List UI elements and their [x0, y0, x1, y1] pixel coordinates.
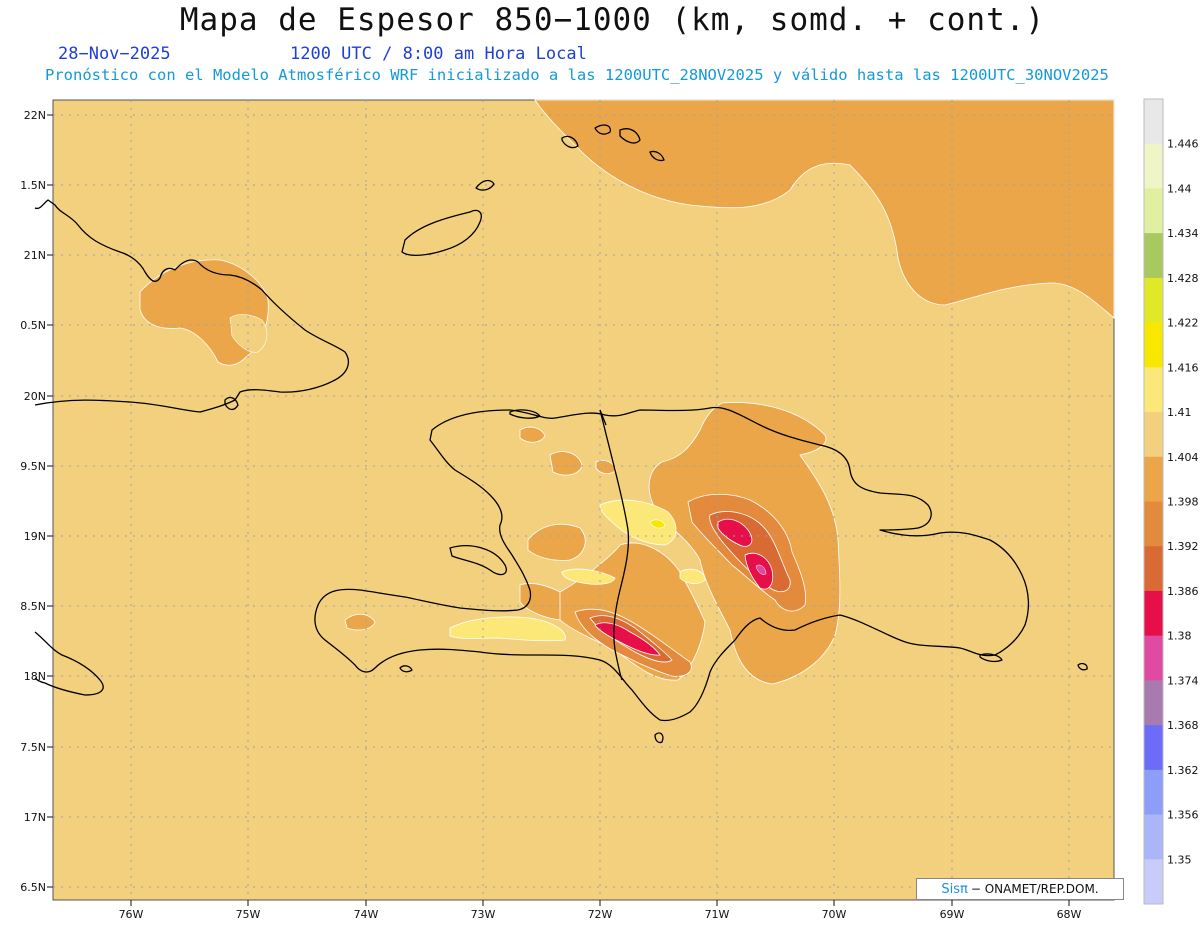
colorbar-label: 1.368	[1167, 719, 1199, 732]
map-canvas: 22N 1.5N 21N 0.5N 20N 9.5N 19N 8.5N 18N …	[20, 98, 1199, 921]
colorbar-swatch	[1144, 277, 1163, 324]
colorbar-swatch	[1144, 322, 1163, 368]
colorbar-label: 1.446	[1167, 138, 1199, 151]
colorbar-swatch	[1144, 99, 1163, 145]
colorbar-swatch	[1144, 143, 1163, 189]
colorbar-label: 1.398	[1167, 496, 1199, 509]
colorbar-swatch	[1144, 769, 1163, 816]
colorbar-label: 1.35	[1167, 853, 1192, 866]
lon-label-5: 71W	[705, 908, 730, 921]
colorbar-swatch	[1144, 188, 1163, 234]
colorbar-swatch	[1144, 412, 1163, 458]
lon-axis: 76W 75W 74W 73W 72W 71W 70W 69W 68W	[119, 908, 1082, 921]
colorbar-swatch	[1144, 456, 1163, 502]
colorbar-label: 1.41	[1167, 406, 1192, 419]
colorbar-label: 1.356	[1167, 809, 1199, 822]
lat-label-11: 6.5N	[20, 881, 46, 894]
colorbar-label: 1.38	[1167, 630, 1192, 643]
lat-label-1: 1.5N	[20, 179, 46, 192]
colorbar-swatch	[1144, 725, 1163, 771]
colorbar-label: 1.362	[1167, 764, 1199, 777]
lon-label-7: 69W	[940, 908, 965, 921]
colorbar-label: 1.404	[1167, 451, 1199, 464]
colorbar-label: 1.386	[1167, 585, 1199, 598]
lon-label-1: 75W	[236, 908, 261, 921]
credit-text: − ONAMET/REP.DOM.	[970, 882, 1099, 896]
credit-box: Sisπ − ONAMET/REP.DOM.	[916, 878, 1124, 900]
lon-label-8: 68W	[1057, 908, 1082, 921]
lat-label-0: 22N	[24, 109, 46, 122]
colorbar-label: 1.392	[1167, 540, 1199, 553]
lon-label-0: 76W	[119, 908, 144, 921]
lat-label-4: 20N	[24, 390, 46, 403]
colorbar-swatch	[1144, 501, 1163, 547]
colorbar-swatch	[1144, 814, 1163, 860]
lat-axis: 22N 1.5N 21N 0.5N 20N 9.5N 19N 8.5N 18N …	[20, 109, 46, 894]
lat-label-3: 0.5N	[20, 319, 46, 332]
colorbar-label: 1.422	[1167, 317, 1199, 330]
colorbar-swatch	[1144, 367, 1163, 413]
lat-label-10: 17N	[24, 811, 46, 824]
lon-label-4: 72W	[588, 908, 613, 921]
colorbar: 1.446 1.44 1.434 1.428 1.422 1.416 1.41 1.404 1.…	[1143, 98, 1199, 905]
colorbar-swatch	[1144, 859, 1163, 905]
colorbar-label: 1.374	[1167, 674, 1199, 687]
colorbar-label: 1.44	[1167, 182, 1192, 195]
colorbar-swatch	[1144, 680, 1163, 726]
sispi-logo: Sisπ	[941, 881, 968, 897]
colorbar-label: 1.428	[1167, 272, 1199, 285]
lat-label-7: 8.5N	[20, 600, 46, 613]
lat-label-5: 9.5N	[20, 460, 46, 473]
lat-label-8: 18N	[24, 670, 46, 683]
colorbar-swatch	[1144, 590, 1163, 637]
colorbar-swatch	[1144, 635, 1163, 681]
lon-label-3: 73W	[471, 908, 496, 921]
lat-label-2: 21N	[24, 249, 46, 262]
colorbar-swatch	[1144, 546, 1163, 592]
colorbar-label: 1.434	[1167, 227, 1199, 240]
colorbar-swatch	[1144, 233, 1163, 279]
lat-label-6: 19N	[24, 530, 46, 543]
lon-label-2: 74W	[354, 908, 379, 921]
colorbar-label: 1.416	[1167, 361, 1199, 374]
lon-label-6: 70W	[822, 908, 847, 921]
lat-label-9: 7.5N	[20, 741, 46, 754]
